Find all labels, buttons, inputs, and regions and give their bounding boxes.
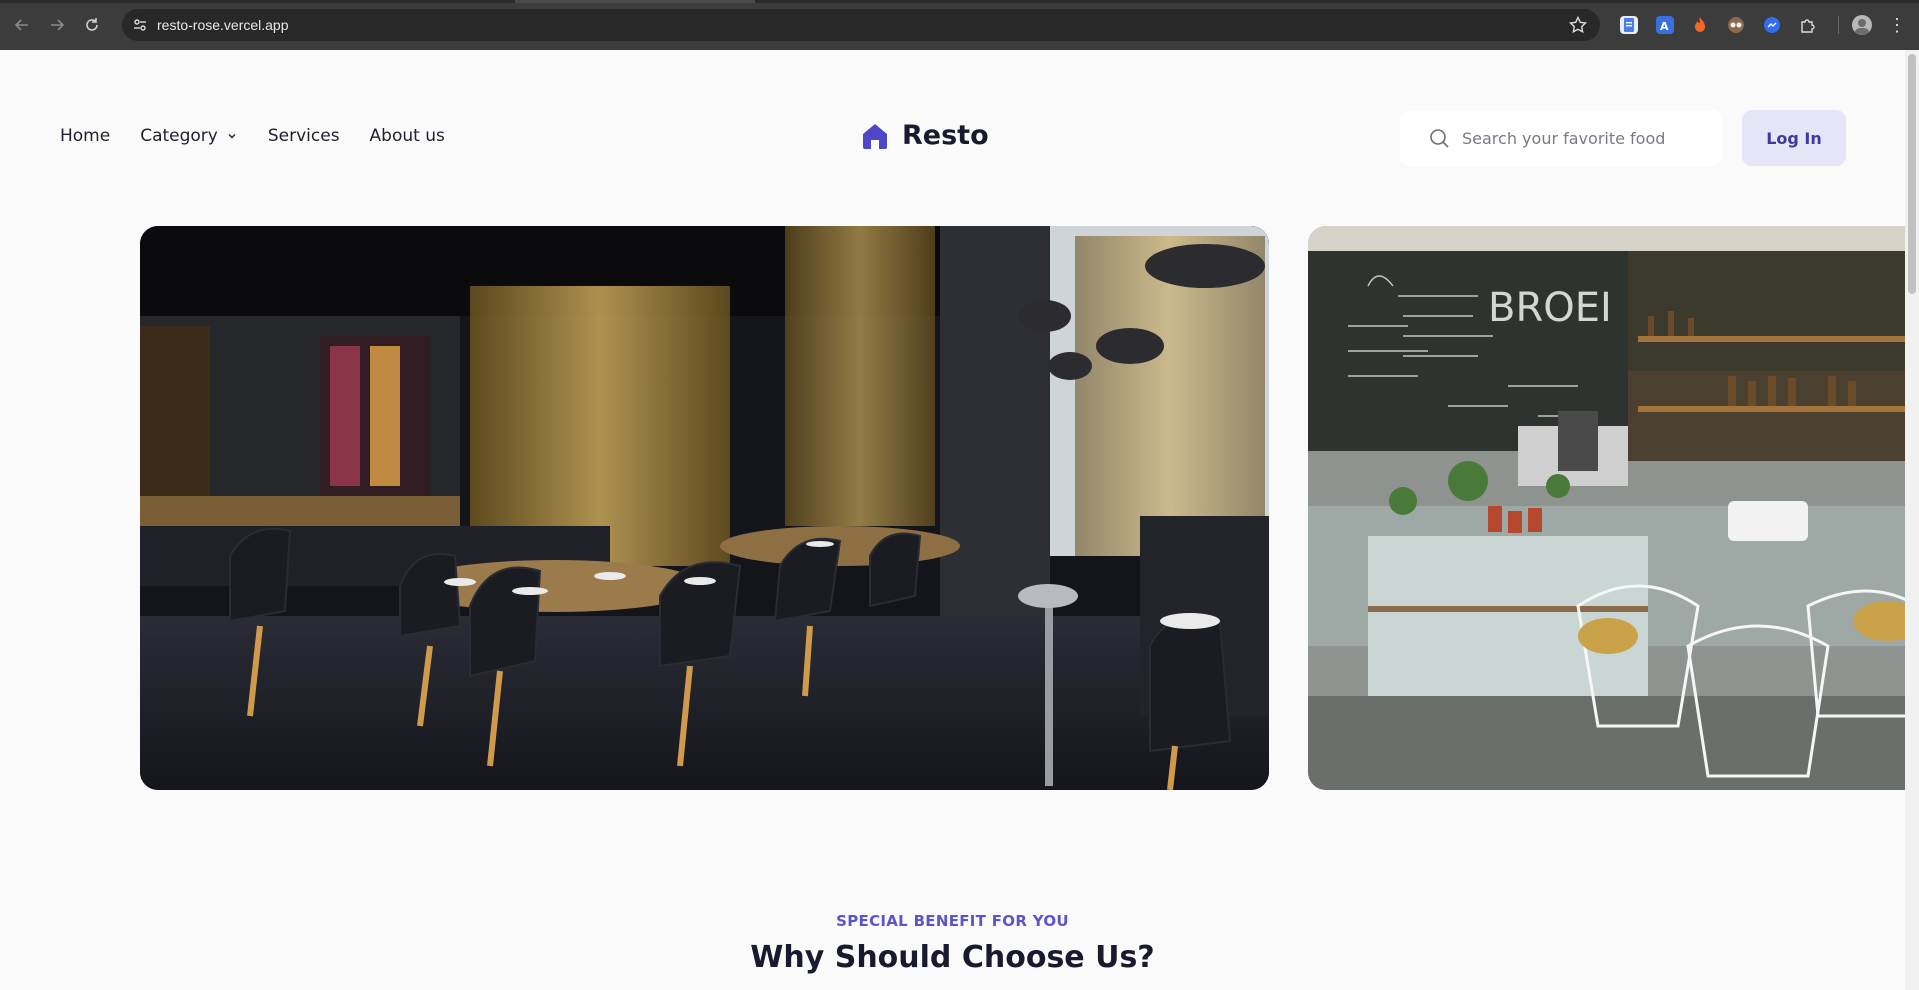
back-icon[interactable] <box>10 13 34 37</box>
login-button[interactable]: Log In <box>1742 110 1846 166</box>
svg-text:A: A <box>1660 20 1669 33</box>
svg-text:BROEI: BROEI <box>1488 285 1612 331</box>
restaurant-interior-photo <box>140 226 1269 790</box>
toolbar-separator <box>1838 16 1839 34</box>
chevron-down-icon <box>228 134 236 139</box>
benefits-eyebrow: SPECIAL BENEFIT FOR YOU <box>836 912 1069 930</box>
site-settings-icon[interactable] <box>132 17 148 33</box>
page-scrollbar[interactable] <box>1905 50 1919 990</box>
home-icon <box>863 123 887 149</box>
browser-toolbar: resto-rose.vercel.app A ⋮ <box>0 0 1919 50</box>
page: Home Category Services About us Resto Lo… <box>0 50 1905 990</box>
extension-docs-icon[interactable] <box>1620 16 1638 34</box>
logo-text: Resto <box>902 120 989 151</box>
benefits-title: Why Should Choose Us? <box>750 940 1155 975</box>
search-icon <box>1430 129 1449 148</box>
main-nav: Home Category Services About us <box>60 126 445 146</box>
url-text[interactable]: resto-rose.vercel.app <box>157 17 289 33</box>
extension-messenger-icon[interactable] <box>1763 16 1781 34</box>
extensions-puzzle-icon[interactable] <box>1799 16 1817 34</box>
nav-services[interactable]: Services <box>268 126 340 146</box>
nav-category-label: Category <box>140 126 218 146</box>
profile-avatar[interactable] <box>1852 15 1872 35</box>
carousel-slide-restaurant[interactable] <box>140 226 1269 790</box>
tab-strip <box>0 0 1919 3</box>
search-input[interactable] <box>1462 128 1702 148</box>
extension-flame-icon[interactable] <box>1691 16 1709 34</box>
nav-about[interactable]: About us <box>370 126 445 146</box>
forward-icon[interactable] <box>45 13 69 37</box>
search-box[interactable] <box>1400 110 1722 166</box>
extension-glasses-icon[interactable] <box>1727 16 1745 34</box>
nav-home[interactable]: Home <box>60 126 110 146</box>
bookmark-star-icon[interactable] <box>1568 15 1588 35</box>
cafe-counter-photo: BROEI <box>1308 226 1905 790</box>
reload-icon[interactable] <box>80 13 104 37</box>
address-bar[interactable]: resto-rose.vercel.app <box>122 9 1600 41</box>
scrollbar-thumb[interactable] <box>1908 54 1916 294</box>
menu-kebab-icon[interactable]: ⋮ <box>1888 14 1906 36</box>
carousel-slide-cafe[interactable]: BROEI <box>1308 226 1905 790</box>
extension-translate-icon[interactable]: A <box>1656 16 1674 34</box>
nav-category[interactable]: Category <box>140 126 238 146</box>
logo[interactable]: Resto <box>860 120 989 151</box>
